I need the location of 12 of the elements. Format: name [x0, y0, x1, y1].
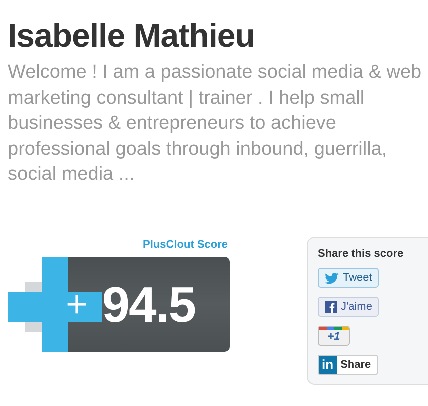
profile-bio: Welcome ! I am a passionate social media & web marketing consultant | trainer . I help small businesses & entrepreneurs to achieve professional goals through inbound, guerrilla, social media ... [8, 61, 423, 187]
share-title: Share this score [318, 248, 404, 261]
score-value: 94.5 [102, 280, 196, 330]
plus-sign: + [66, 286, 88, 324]
like-button[interactable]: J'aime [318, 297, 380, 317]
score-label: PlusClout Score [143, 238, 229, 252]
profile-name: Isabelle Mathieu [8, 16, 255, 56]
plus-one-button[interactable]: +1 [318, 326, 350, 346]
bird-icon [325, 272, 339, 284]
linkedin-share-button[interactable]: in Share [318, 355, 378, 375]
facebook-icon [325, 301, 337, 313]
tweet-button[interactable]: Tweet [318, 268, 380, 288]
